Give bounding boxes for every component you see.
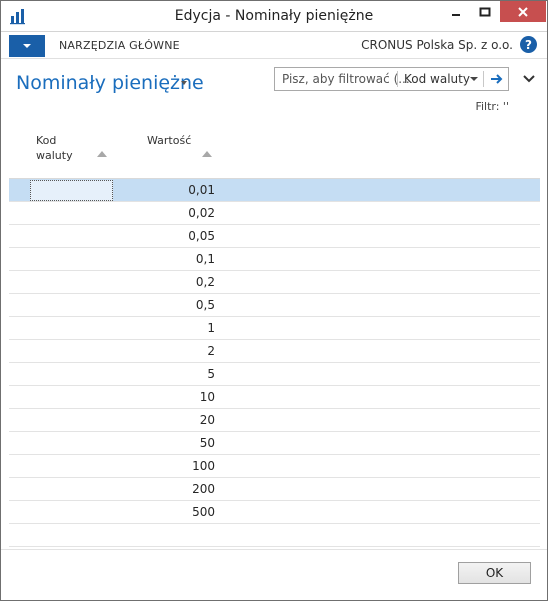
filter-status: Filtr: '': [475, 100, 509, 113]
ribbon: NARZĘDZIA GŁÓWNE CRONUS Polska Sp. z o.o…: [1, 32, 547, 59]
help-icon[interactable]: ?: [520, 36, 537, 53]
cell-value[interactable]: 0,02: [109, 206, 215, 220]
dialog-window: Edycja - Nominały pieniężne NARZĘDZIA GŁ…: [0, 0, 548, 601]
cell-currency-code[interactable]: [30, 433, 113, 454]
application-menu-button[interactable]: [9, 35, 45, 57]
filter-search-input[interactable]: Pisz, aby filtrować (...: [282, 72, 410, 86]
minimize-icon: [452, 13, 460, 16]
table-row[interactable]: 50: [9, 432, 540, 455]
cell-value[interactable]: 2: [109, 344, 215, 358]
table-row[interactable]: 2: [9, 340, 540, 363]
cell-currency-code[interactable]: [30, 249, 113, 270]
footer-divider: [1, 549, 547, 550]
cell-currency-code[interactable]: [30, 203, 113, 224]
table-row[interactable]: 100: [9, 455, 540, 478]
column-header-currency-code[interactable]: Kod waluty: [36, 133, 73, 163]
chevron-down-icon[interactable]: [522, 73, 536, 85]
sort-ascending-icon[interactable]: [97, 151, 107, 157]
chevron-down-icon: [23, 44, 31, 48]
cell-currency-code[interactable]: [30, 226, 113, 247]
cell-value[interactable]: 500: [109, 505, 215, 519]
table-row[interactable]: 10: [9, 386, 540, 409]
sort-ascending-icon[interactable]: [202, 151, 212, 157]
cell-value[interactable]: 20: [109, 413, 215, 427]
table-row[interactable]: 5: [9, 363, 540, 386]
table-row[interactable]: 0,5: [9, 294, 540, 317]
minimize-button[interactable]: [442, 1, 470, 22]
cell-value[interactable]: 1: [109, 321, 215, 335]
cell-value[interactable]: 50: [109, 436, 215, 450]
cell-value[interactable]: 200: [109, 482, 215, 496]
ok-button[interactable]: OK: [458, 562, 531, 584]
table-row[interactable]: 1: [9, 317, 540, 340]
cell-value[interactable]: 0,1: [109, 252, 215, 266]
filter-divider: [483, 71, 484, 87]
cell-currency-code[interactable]: [30, 479, 113, 500]
cell-currency-code[interactable]: [30, 456, 113, 477]
company-name: CRONUS Polska Sp. z o.o.: [361, 38, 513, 52]
new-row[interactable]: [9, 524, 540, 547]
cell-currency-code[interactable]: [30, 272, 113, 293]
cell-value[interactable]: 10: [109, 390, 215, 404]
table-row[interactable]: 0,05: [9, 225, 540, 248]
cell-currency-code[interactable]: [30, 295, 113, 316]
column-header-line: Kod: [36, 134, 57, 147]
column-header-line: waluty: [36, 149, 73, 162]
column-header-value[interactable]: Wartość: [147, 133, 191, 148]
page-title[interactable]: Nominały pieniężne: [16, 72, 204, 94]
table-row[interactable]: 20: [9, 409, 540, 432]
title-bar: Edycja - Nominały pieniężne: [1, 1, 547, 32]
cell-currency-code[interactable]: [30, 364, 113, 385]
filter-field-select[interactable]: Kod waluty: [404, 72, 470, 86]
cell-currency-code[interactable]: [30, 318, 113, 339]
table-row[interactable]: 500: [9, 501, 540, 524]
filter-divider: [397, 71, 398, 87]
table-row[interactable]: 0,01: [9, 179, 540, 202]
maximize-button[interactable]: [471, 1, 499, 22]
cell-value[interactable]: 0,01: [109, 183, 215, 197]
maximize-icon: [479, 7, 491, 16]
cell-value[interactable]: 100: [109, 459, 215, 473]
table-row[interactable]: 0,02: [9, 202, 540, 225]
close-button[interactable]: [500, 1, 546, 22]
tab-home[interactable]: NARZĘDZIA GŁÓWNE: [59, 39, 180, 52]
arrow-right-icon[interactable]: [488, 71, 506, 87]
cell-value[interactable]: 5: [109, 367, 215, 381]
cell-value[interactable]: 0,05: [109, 229, 215, 243]
cell-currency-code[interactable]: [30, 341, 113, 362]
cell-currency-code[interactable]: [30, 502, 113, 523]
filter-field-dropdown-icon[interactable]: [470, 77, 478, 82]
cell-currency-code[interactable]: [30, 387, 113, 408]
filter-box: Pisz, aby filtrować (... Kod waluty: [274, 67, 509, 91]
table-row[interactable]: 0,1: [9, 248, 540, 271]
cell-currency-code[interactable]: [30, 410, 113, 431]
table-body: 0,01 0,02 0,05 0,1 0,2 0,5 1 2 5 10 20 5…: [9, 179, 540, 547]
cell-value[interactable]: 0,5: [109, 298, 215, 312]
table-row[interactable]: 0,2: [9, 271, 540, 294]
cell-currency-code[interactable]: [30, 180, 113, 201]
cell-value[interactable]: 0,2: [109, 275, 215, 289]
page-title-dropdown-icon[interactable]: [180, 81, 188, 86]
close-icon: [518, 6, 528, 17]
table-row[interactable]: 200: [9, 478, 540, 501]
